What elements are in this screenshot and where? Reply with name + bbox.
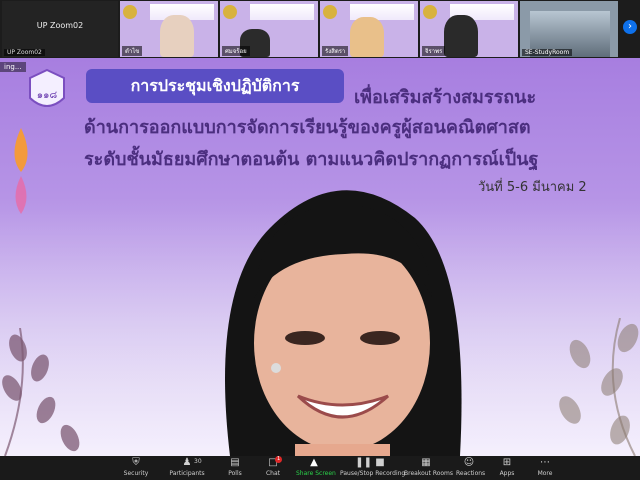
video-tile[interactable]: ดำไข <box>120 1 218 57</box>
polls-button[interactable]: ▤ Polls <box>224 457 246 479</box>
video-tile[interactable]: จิราพร <box>420 1 518 57</box>
logo-icon <box>223 5 237 19</box>
apps-button[interactable]: ⊞ Apps <box>496 457 518 479</box>
chat-button[interactable]: □ 1 Chat <box>262 456 284 479</box>
video-tile[interactable]: รังสิตรา <box>320 1 418 57</box>
participant-video <box>160 15 194 57</box>
reactions-button[interactable]: ☺ Reactions <box>456 457 485 479</box>
self-video-tile[interactable]: UP Zoom02 UP Zoom02 <box>2 1 118 57</box>
logo-icon <box>323 5 337 19</box>
participant-name: SE-StudyRoom <box>522 49 573 56</box>
heading-line-2: ด้านการออกแบบการจัดการเรียนรู้ของครูผู้ส… <box>84 117 531 138</box>
leaf-decoration <box>2 328 80 456</box>
participant-name: ดำไข <box>122 46 143 56</box>
logo-text: ๑๑๘ <box>37 90 58 101</box>
share-screen-button[interactable]: ▲ Share Screen <box>296 457 336 479</box>
logo-icon: ๑๑๘ <box>29 68 65 107</box>
chevron-right-icon[interactable]: › <box>623 20 637 34</box>
logo-icon <box>423 5 437 19</box>
drop-icon <box>14 128 28 214</box>
video-tile[interactable]: ศมจร้อย <box>220 1 318 57</box>
participant-video <box>350 17 384 57</box>
title-box: การประชุมเชิงปฏิบัติการ <box>86 69 344 103</box>
slide-thumbnail <box>250 4 314 20</box>
security-button[interactable]: ⛨ Security <box>122 457 150 479</box>
participant-name: รังสิตรา <box>322 46 349 56</box>
meeting-toolbar: ⛨ Security ♟ 30 Participants ▤ Polls □ 1… <box>0 456 640 480</box>
logo-icon <box>123 5 137 19</box>
leaf-decoration <box>559 318 639 456</box>
apps-icon: ⊞ <box>502 457 512 468</box>
participants-count: 30 <box>194 458 202 465</box>
video-tile[interactable]: SE-StudyRoom <box>520 1 618 57</box>
polls-icon: ▤ <box>230 457 240 468</box>
more-button[interactable]: ⋯ More <box>534 457 556 479</box>
shield-icon: ⛨ <box>132 457 140 468</box>
pause-stop-icon: ❚❚ ■ <box>355 457 385 468</box>
pause-stop-recording-button[interactable]: ❚❚ ■ Pause/Stop Recording <box>340 457 405 479</box>
speaker-video <box>225 190 462 456</box>
participant-strip: UP Zoom02 UP Zoom02 ดำไข ศมจร้อย รังสิตร… <box>0 0 640 58</box>
participant-name: ศมจร้อย <box>222 46 250 56</box>
recording-label: ing... <box>0 62 26 72</box>
reactions-icon: ☺ <box>463 457 475 468</box>
more-icon: ⋯ <box>540 457 550 468</box>
breakout-rooms-button[interactable]: ▦ Breakout Rooms <box>404 457 453 479</box>
main-video: ing... ๑๑๘ การประชุมเชิงปฏิบัติการ เพื่อ… <box>0 58 640 456</box>
breakout-icon: ▦ <box>421 457 431 468</box>
participant-video <box>444 15 478 57</box>
share-screen-icon: ▲ <box>310 457 318 468</box>
participant-name: จิราพร <box>422 46 446 56</box>
self-name: UP Zoom02 <box>36 21 84 30</box>
heading-line-1: เพื่อเสริมสร้างสมรรถนะ <box>354 87 537 108</box>
participants-button[interactable]: ♟ 30 Participants <box>168 457 206 479</box>
self-label: UP Zoom02 <box>4 49 45 56</box>
